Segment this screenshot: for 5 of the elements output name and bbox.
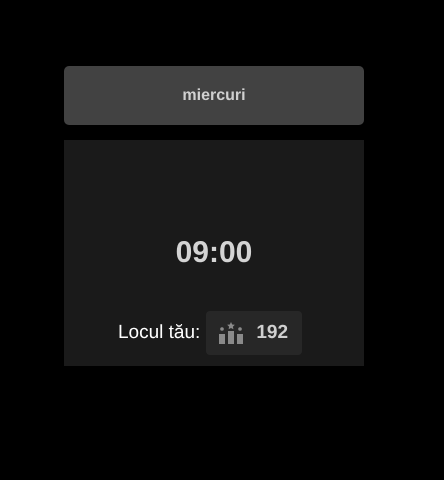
time-text: 09:00 <box>176 235 252 271</box>
ranking-icon <box>218 322 244 344</box>
day-button[interactable]: miercuri <box>64 66 364 125</box>
rank-number: 192 <box>256 322 288 344</box>
rank-label: Locul tău: <box>118 322 200 344</box>
